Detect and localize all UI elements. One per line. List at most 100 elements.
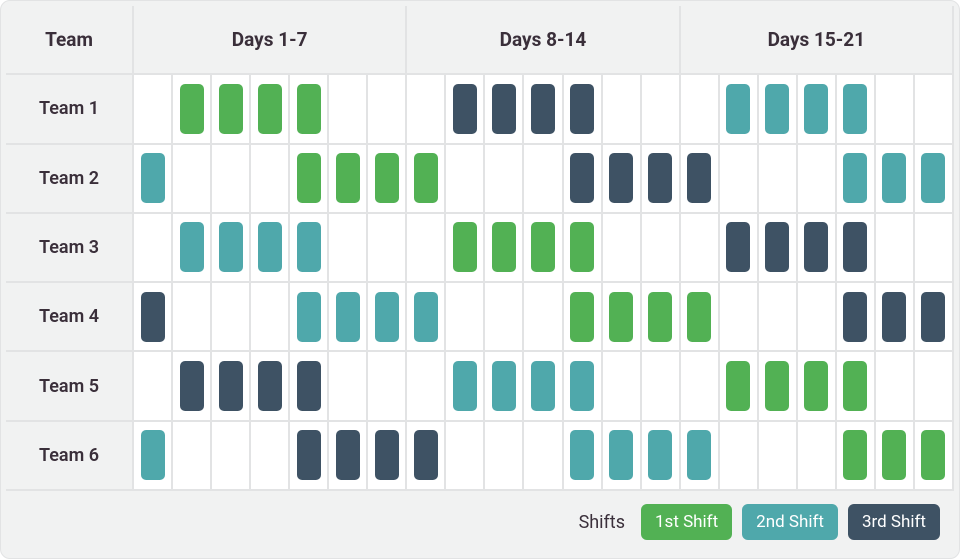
- day-cell: [681, 422, 720, 491]
- shift-block-shift3: [882, 292, 906, 342]
- day-cell: [642, 283, 681, 352]
- team-label: Team 1: [6, 75, 134, 144]
- day-cell: [368, 352, 407, 421]
- column-headers-days: Days 1-7 Days 8-14 Days 15-21: [134, 6, 954, 75]
- shift-block-shift1: [531, 222, 555, 272]
- day-cell: [485, 352, 524, 421]
- day-cell: [720, 145, 759, 214]
- day-cell: [720, 422, 759, 491]
- day-cell: [837, 422, 876, 491]
- day-cell: [368, 214, 407, 283]
- day-cell: [407, 422, 446, 491]
- shift-block-shift2: [765, 84, 789, 134]
- shift-block-shift3: [180, 361, 204, 411]
- shift-block-shift2: [141, 430, 165, 480]
- shift-block-shift2: [258, 222, 282, 272]
- day-cell: [173, 283, 212, 352]
- day-cell: [524, 283, 563, 352]
- shift-block-shift3: [726, 222, 750, 272]
- shift-block-shift2: [609, 430, 633, 480]
- shift-block-shift2: [453, 361, 477, 411]
- shift-block-shift2: [843, 84, 867, 134]
- shift-block-shift2: [843, 153, 867, 203]
- day-cell: [798, 75, 837, 144]
- day-cell: [485, 75, 524, 144]
- day-cell: [759, 214, 798, 283]
- day-cell: [915, 214, 954, 283]
- day-cell: [681, 75, 720, 144]
- day-cell: [837, 214, 876, 283]
- day-cell: [681, 145, 720, 214]
- shift-block-shift1: [180, 84, 204, 134]
- day-cell: [524, 145, 563, 214]
- day-cell: [524, 214, 563, 283]
- shift-block-shift3: [648, 153, 672, 203]
- shift-block-shift1: [843, 361, 867, 411]
- day-cell: [368, 283, 407, 352]
- day-cell: [290, 145, 329, 214]
- day-cell: [642, 214, 681, 283]
- shift-block-shift1: [570, 222, 594, 272]
- day-cell: [798, 283, 837, 352]
- day-cell: [720, 352, 759, 421]
- day-cell: [407, 145, 446, 214]
- day-cell: [603, 75, 642, 144]
- day-cell: [251, 283, 290, 352]
- day-cell: [915, 145, 954, 214]
- shift-block-shift3: [219, 361, 243, 411]
- day-cell: [212, 75, 251, 144]
- day-cell: [290, 422, 329, 491]
- day-cell: [876, 145, 915, 214]
- day-cell: [407, 75, 446, 144]
- day-cell: [603, 283, 642, 352]
- day-cell: [290, 214, 329, 283]
- day-cell: [329, 352, 368, 421]
- day-cell: [251, 352, 290, 421]
- day-cell: [798, 422, 837, 491]
- shift-block-shift2: [141, 153, 165, 203]
- legend: Shifts 1st Shift 2nd Shift 3rd Shift: [6, 491, 954, 553]
- team-days: [134, 75, 954, 144]
- day-cell: [915, 352, 954, 421]
- day-cell: [524, 352, 563, 421]
- legend-title: Shifts: [579, 512, 625, 533]
- shift-block-shift2: [921, 153, 945, 203]
- day-cell: [759, 283, 798, 352]
- shift-block-shift1: [882, 430, 906, 480]
- day-cell: [212, 283, 251, 352]
- shift-block-shift1: [492, 222, 516, 272]
- shift-block-shift1: [921, 430, 945, 480]
- day-cell: [407, 352, 446, 421]
- day-cell: [915, 283, 954, 352]
- day-cell: [407, 283, 446, 352]
- day-cell: [837, 145, 876, 214]
- day-cell: [134, 145, 173, 214]
- day-cell: [564, 422, 603, 491]
- day-cell: [524, 422, 563, 491]
- day-cell: [837, 352, 876, 421]
- day-cell: [720, 283, 759, 352]
- shift-block-shift1: [297, 84, 321, 134]
- day-cell: [564, 214, 603, 283]
- day-cell: [759, 352, 798, 421]
- shift-block-shift2: [726, 84, 750, 134]
- day-cell: [212, 352, 251, 421]
- day-cell: [212, 422, 251, 491]
- day-cell: [876, 352, 915, 421]
- period-header-3: Days 15-21: [681, 6, 954, 75]
- day-cell: [564, 352, 603, 421]
- shift-block-shift3: [843, 292, 867, 342]
- day-cell: [173, 214, 212, 283]
- day-cell: [368, 145, 407, 214]
- day-cell: [798, 145, 837, 214]
- shift-block-shift3: [375, 430, 399, 480]
- day-cell: [876, 283, 915, 352]
- day-cell: [798, 352, 837, 421]
- day-cell: [329, 422, 368, 491]
- shift-block-shift1: [609, 292, 633, 342]
- day-cell: [876, 75, 915, 144]
- shift-block-shift2: [570, 361, 594, 411]
- shift-block-shift1: [336, 153, 360, 203]
- day-cell: [564, 283, 603, 352]
- team-label: Team 2: [6, 145, 134, 214]
